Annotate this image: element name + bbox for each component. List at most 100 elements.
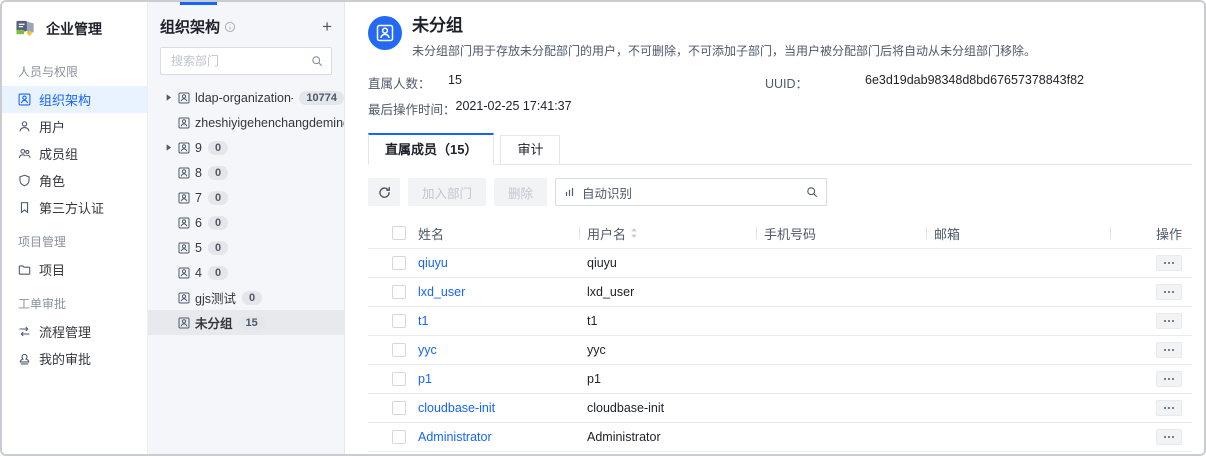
more-actions-button[interactable] bbox=[1156, 313, 1182, 329]
org-icon bbox=[178, 267, 190, 279]
app-logo: 企业管理 bbox=[2, 2, 147, 51]
member-name-link[interactable]: yyc bbox=[418, 343, 437, 357]
tree-item-6[interactable]: 6 0 bbox=[148, 210, 344, 235]
toolbar: 加入部门 删除 自动识别 bbox=[368, 178, 1192, 206]
tree-item-ungrouped[interactable]: 未分组 15 bbox=[148, 310, 344, 335]
member-username: lxd_user bbox=[579, 285, 756, 299]
member-count-label: 直属人数： bbox=[368, 73, 448, 92]
column-header-actions: 操作 bbox=[1110, 224, 1192, 243]
row-checkbox[interactable] bbox=[392, 285, 406, 299]
member-name-link[interactable]: Administrator bbox=[418, 430, 492, 444]
org-icon bbox=[178, 292, 190, 304]
search-icon[interactable] bbox=[311, 55, 323, 67]
sidebar-item-label: 用户 bbox=[39, 117, 65, 136]
row-checkbox[interactable] bbox=[392, 314, 406, 328]
tab-audit[interactable]: 审计 bbox=[500, 135, 560, 165]
member-name-link[interactable]: qiuyu bbox=[418, 256, 448, 270]
row-checkbox[interactable] bbox=[392, 401, 406, 415]
sidebar-item-projects[interactable]: 项目 bbox=[2, 256, 147, 283]
member-username: cloudbase-init bbox=[579, 401, 756, 415]
row-checkbox[interactable] bbox=[392, 372, 406, 386]
org-panel-title: 组织架构 bbox=[160, 16, 220, 37]
more-actions-button[interactable] bbox=[1156, 371, 1182, 387]
count-badge: 0 bbox=[208, 241, 228, 255]
sidebar-item-users[interactable]: 用户 bbox=[2, 113, 147, 140]
tree-item-4[interactable]: 4 0 bbox=[148, 260, 344, 285]
sidebar-item-third-party-auth[interactable]: 第三方认证 bbox=[2, 194, 147, 221]
join-department-button[interactable]: 加入部门 bbox=[408, 178, 486, 206]
tab-bar: 直属成员（15） 审计 bbox=[368, 133, 1192, 165]
sidebar-item-my-approvals[interactable]: 我的审批 bbox=[2, 345, 147, 372]
member-username: qiuyu bbox=[579, 256, 756, 270]
add-department-button[interactable]: + bbox=[322, 20, 332, 34]
sidebar: 企业管理 人员与权限 组织架构 用户 成员组 角色 第三方认证 项目管理 项目 … bbox=[2, 2, 148, 454]
org-icon bbox=[18, 93, 31, 106]
sidebar-item-member-groups[interactable]: 成员组 bbox=[2, 140, 147, 167]
member-name-link[interactable]: lxd_user bbox=[418, 285, 465, 299]
row-checkbox[interactable] bbox=[392, 430, 406, 444]
org-icon bbox=[178, 242, 190, 254]
table-row: t1 t1 bbox=[368, 306, 1192, 335]
more-actions-button[interactable] bbox=[1156, 255, 1182, 271]
table-row: qauser2 qauser2 bbox=[368, 451, 1192, 454]
member-name-link[interactable]: t1 bbox=[418, 314, 428, 328]
tree-item-longname[interactable]: zheshiyigehenchangdemingzizheshiyige bbox=[148, 110, 344, 135]
tree-item-9[interactable]: 9 0 bbox=[148, 135, 344, 160]
more-actions-button[interactable] bbox=[1156, 400, 1182, 416]
refresh-button[interactable] bbox=[368, 178, 400, 206]
scrollbar-thumb[interactable] bbox=[180, 2, 217, 5]
row-checkbox[interactable] bbox=[392, 256, 406, 270]
member-name-link[interactable]: p1 bbox=[418, 372, 432, 386]
caret-right-icon[interactable] bbox=[164, 93, 178, 102]
tree-item-8[interactable]: 8 0 bbox=[148, 160, 344, 185]
section-label-project: 项目管理 bbox=[2, 221, 147, 256]
delete-button[interactable]: 删除 bbox=[494, 178, 547, 206]
sort-icon[interactable] bbox=[630, 227, 638, 239]
table-row: yyc yyc bbox=[368, 335, 1192, 364]
uuid-label: UUID： bbox=[765, 73, 865, 92]
tree-item-5[interactable]: 5 0 bbox=[148, 235, 344, 260]
tree-item-7[interactable]: 7 0 bbox=[148, 185, 344, 210]
filter-icon bbox=[564, 186, 576, 198]
sidebar-item-process-mgmt[interactable]: 流程管理 bbox=[2, 318, 147, 345]
folder-icon bbox=[18, 263, 31, 276]
role-icon bbox=[18, 174, 31, 187]
row-checkbox[interactable] bbox=[392, 343, 406, 357]
department-search-box bbox=[160, 47, 332, 75]
tab-direct-members[interactable]: 直属成员（15） bbox=[368, 133, 494, 165]
column-header-username[interactable]: 用户名 bbox=[579, 224, 756, 243]
member-username: yyc bbox=[579, 343, 756, 357]
org-icon bbox=[178, 167, 190, 179]
table-row: qiuyu qiuyu bbox=[368, 248, 1192, 277]
department-search-input[interactable] bbox=[169, 53, 311, 69]
more-actions-button[interactable] bbox=[1156, 429, 1182, 445]
approval-icon bbox=[18, 352, 31, 365]
info-icon[interactable] bbox=[224, 21, 236, 33]
member-username: t1 bbox=[579, 314, 756, 328]
org-icon bbox=[178, 217, 190, 229]
main-panel: 未分组 未分组部门用于存放未分配部门的用户，不可删除，不可添加子部门，当用户被分… bbox=[345, 2, 1204, 454]
org-icon bbox=[178, 117, 190, 129]
count-badge: 10774 bbox=[299, 91, 344, 105]
sidebar-item-label: 项目 bbox=[39, 260, 65, 279]
caret-right-icon[interactable] bbox=[164, 143, 178, 152]
member-search-box[interactable]: 自动识别 bbox=[555, 178, 827, 206]
org-tree-panel: 组织架构 + ldap-organization-tree-root 10774… bbox=[148, 2, 345, 454]
sidebar-item-label: 组织架构 bbox=[39, 90, 91, 109]
sidebar-item-org[interactable]: 组织架构 bbox=[2, 86, 147, 113]
more-actions-button[interactable] bbox=[1156, 342, 1182, 358]
tree-item-gjs-test[interactable]: gjs测试 0 bbox=[148, 285, 344, 310]
last-op-label: 最后操作时间： bbox=[368, 99, 456, 118]
more-actions-button[interactable] bbox=[1156, 284, 1182, 300]
select-all-checkbox[interactable] bbox=[392, 226, 406, 240]
table-row: lxd_user lxd_user bbox=[368, 277, 1192, 306]
meta-block: 直属人数： 15 UUID： 6e3d19dab98348d8bd6765737… bbox=[368, 69, 1192, 121]
member-name-link[interactable]: cloudbase-init bbox=[418, 401, 495, 415]
department-avatar-icon bbox=[368, 16, 402, 50]
members-table: 姓名 用户名 手机号码 邮箱 操作 qiuyu qiuyu bbox=[368, 218, 1192, 454]
count-badge: 0 bbox=[208, 216, 228, 230]
sidebar-item-roles[interactable]: 角色 bbox=[2, 167, 147, 194]
org-icon bbox=[178, 192, 190, 204]
tree-item-ldap-root[interactable]: ldap-organization-tree-root 10774 bbox=[148, 85, 344, 110]
search-icon[interactable] bbox=[806, 186, 818, 198]
